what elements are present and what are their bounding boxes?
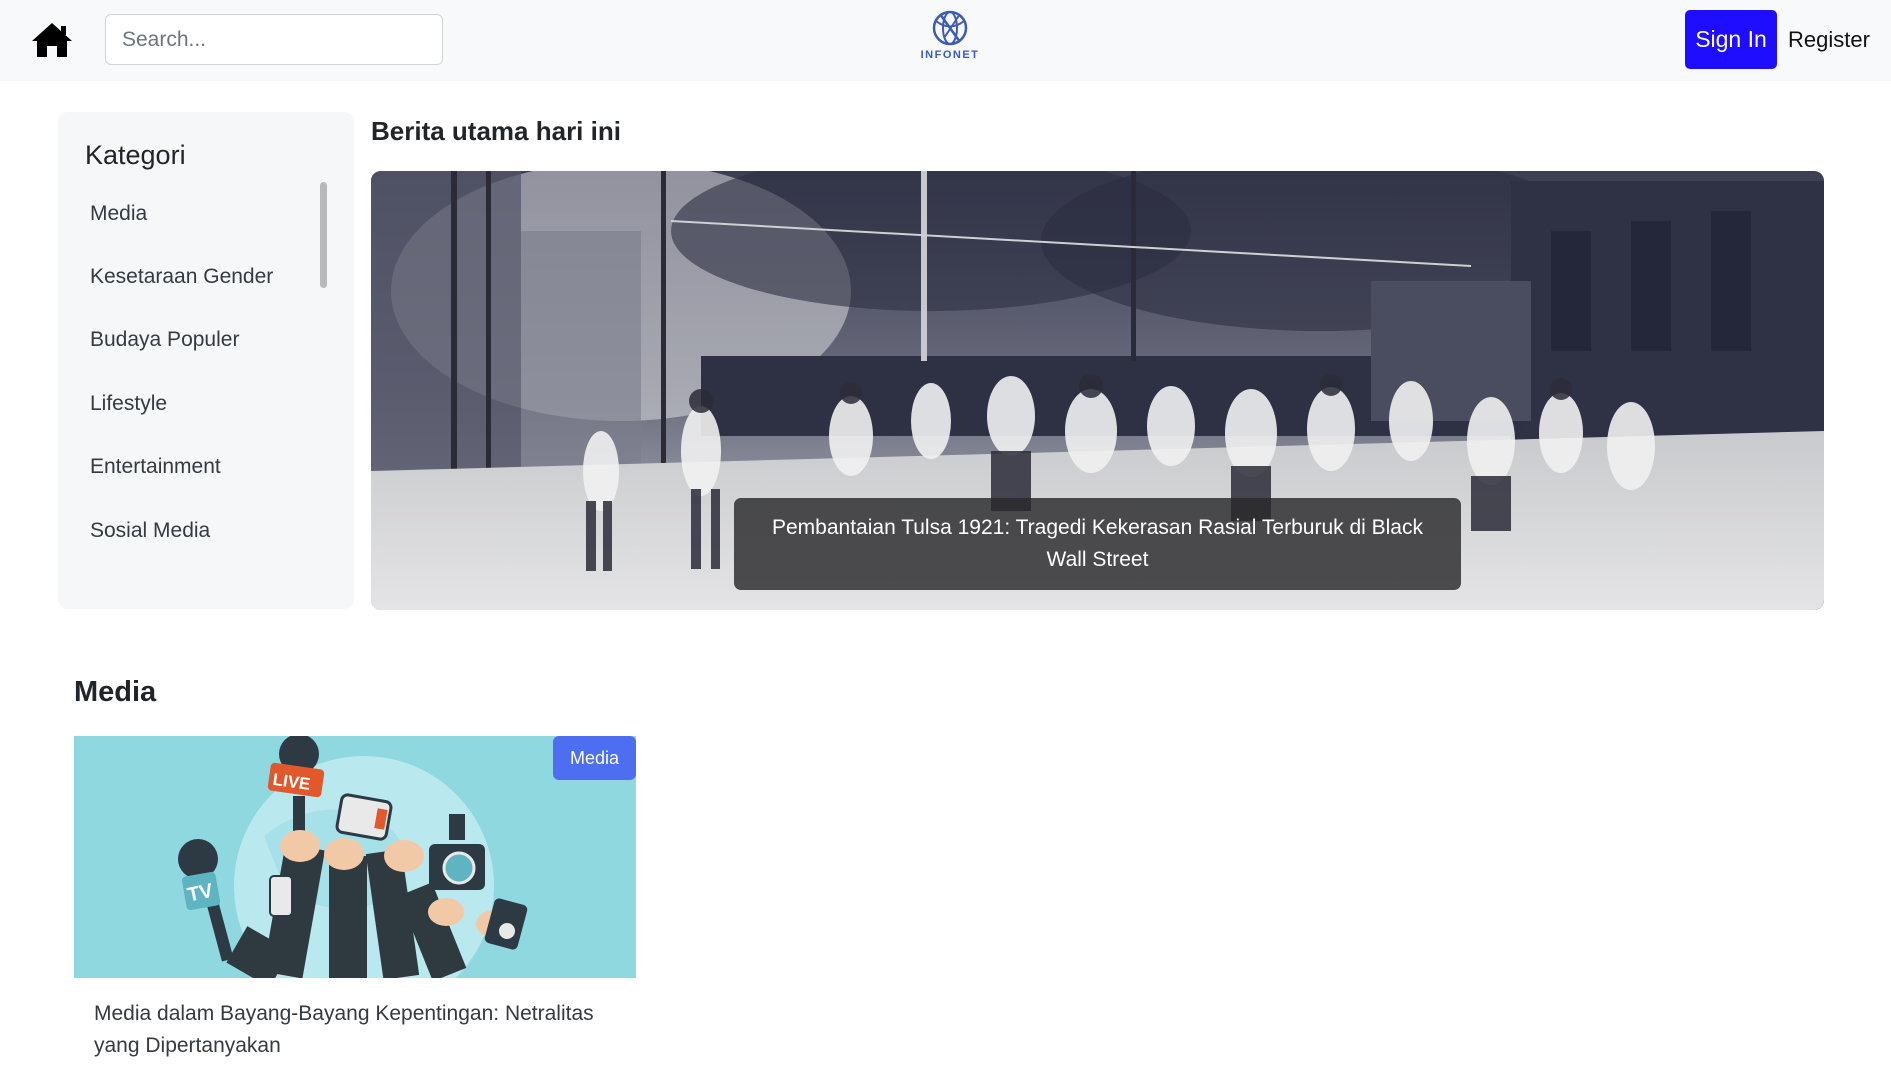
- article-title[interactable]: Media dalam Bayang-Bayang Kepentingan: N…: [94, 998, 614, 1062]
- category-sidebar: Kategori Media Kesetaraan Gender Budaya …: [58, 112, 354, 609]
- top-navbar: INFONET Sign In Register: [0, 0, 1891, 81]
- press-microphones-illustration: TV LIVE: [74, 736, 636, 978]
- category-item-sosial-media[interactable]: Sosial Media: [90, 499, 310, 562]
- sidebar-title: Kategori: [85, 140, 186, 170]
- category-item-kesetaraan-gender[interactable]: Kesetaraan Gender: [90, 245, 310, 308]
- headline-caption[interactable]: Pembantaian Tulsa 1921: Tragedi Kekerasa…: [734, 498, 1461, 590]
- globe-logo-icon: [932, 10, 968, 46]
- category-badge[interactable]: Media: [553, 736, 636, 780]
- article-thumbnail[interactable]: TV LIVE Media: [74, 736, 636, 978]
- article-card[interactable]: TV LIVE Media Media dalam Bayang-Bayang …: [74, 736, 636, 1066]
- category-item-budaya-populer[interactable]: Budaya Populer: [90, 309, 310, 372]
- headline-hero-card[interactable]: Pembantaian Tulsa 1921: Tragedi Kekerasa…: [371, 171, 1824, 610]
- sign-in-button[interactable]: Sign In: [1685, 10, 1777, 69]
- sidebar-scrollbar[interactable]: [320, 182, 327, 288]
- register-link[interactable]: Register: [1788, 10, 1870, 69]
- category-item-entertainment[interactable]: Entertainment: [90, 436, 310, 499]
- category-item-media[interactable]: Media: [90, 182, 310, 245]
- search-input[interactable]: [105, 14, 443, 65]
- category-item-lifestyle[interactable]: Lifestyle: [90, 372, 310, 435]
- category-list[interactable]: Media Kesetaraan Gender Budaya Populer L…: [90, 182, 310, 582]
- home-icon[interactable]: [30, 18, 74, 62]
- headline-heading: Berita utama hari ini: [371, 116, 621, 146]
- infonet-logo[interactable]: INFONET: [912, 8, 988, 66]
- media-section-heading: Media: [74, 676, 157, 708]
- logo-text: INFONET: [920, 49, 980, 61]
